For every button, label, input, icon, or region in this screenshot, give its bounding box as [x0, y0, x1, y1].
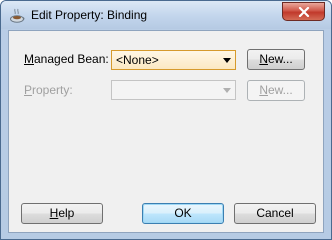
managed-bean-select[interactable]: <None>: [111, 50, 236, 70]
managed-bean-label: Managed Bean:: [24, 52, 109, 66]
cancel-button[interactable]: Cancel: [234, 203, 316, 224]
ok-button[interactable]: OK: [142, 203, 224, 224]
property-new-button[interactable]: New...: [247, 80, 305, 101]
window-title: Edit Property: Binding: [31, 8, 148, 22]
close-icon: [298, 7, 310, 17]
title-bar[interactable]: Edit Property: Binding: [1, 1, 331, 29]
chevron-down-icon: [223, 58, 231, 63]
close-button[interactable]: [282, 2, 325, 21]
help-button[interactable]: Help: [21, 203, 103, 224]
property-select[interactable]: [111, 80, 236, 100]
dialog-window: Edit Property: Binding Managed Bean: <No…: [0, 0, 332, 240]
dialog-content: Managed Bean: <None> New... Property: Ne…: [8, 30, 324, 233]
managed-bean-value: <None>: [116, 53, 159, 67]
chevron-down-icon: [223, 88, 231, 93]
managed-bean-new-button[interactable]: New...: [247, 49, 305, 70]
property-label: Property:: [24, 83, 73, 97]
coffee-cup-icon: [9, 8, 25, 24]
